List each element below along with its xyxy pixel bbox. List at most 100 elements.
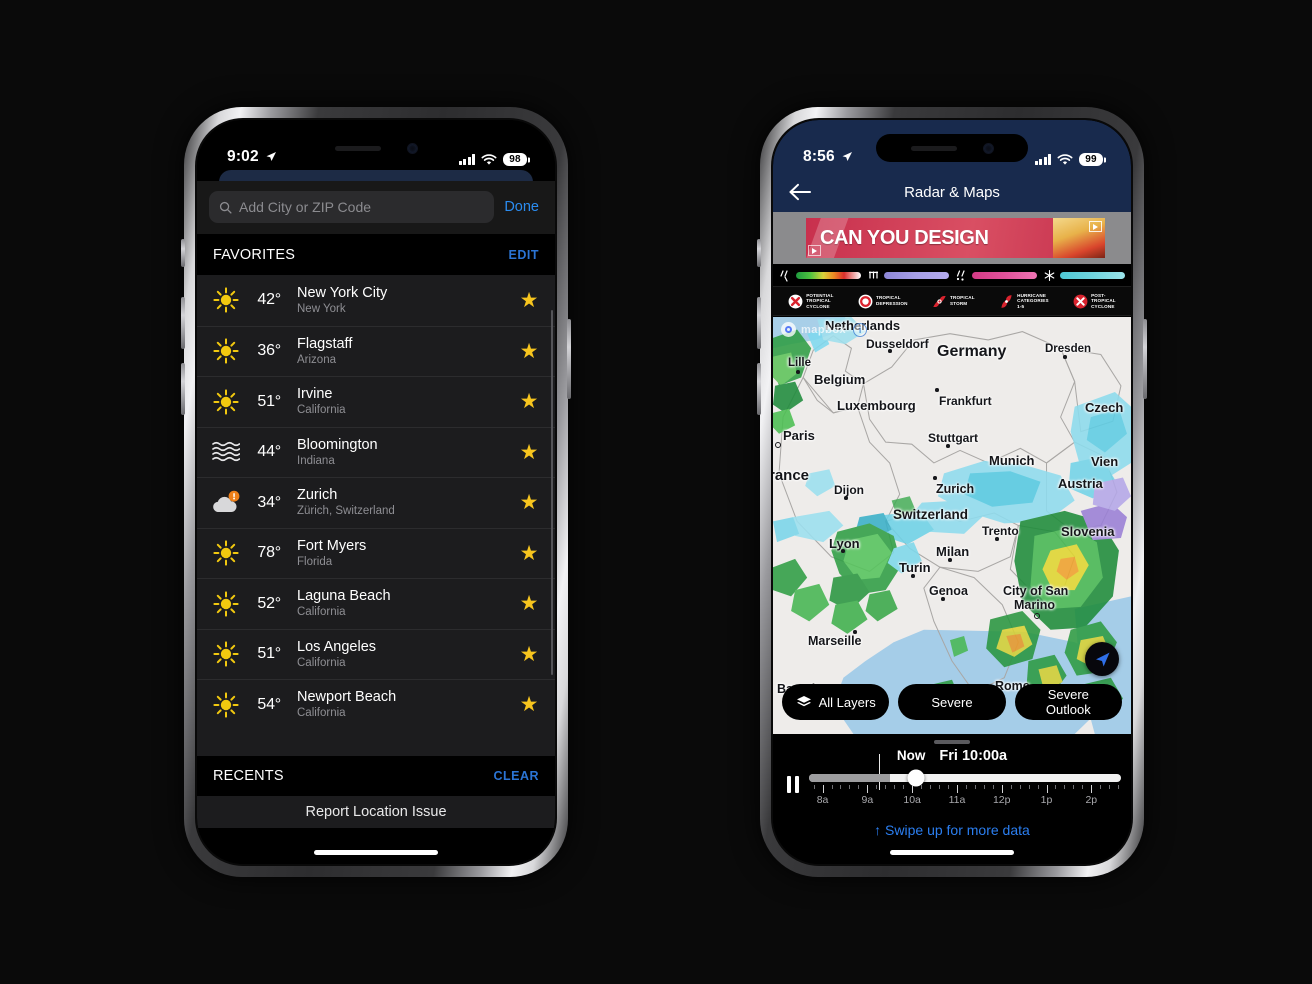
mute-switch[interactable] [181, 239, 185, 267]
home-indicator-left[interactable] [314, 850, 438, 855]
map-info-icon[interactable]: i [853, 322, 868, 337]
sunny-icon [213, 338, 239, 364]
vertical-scrollbar[interactable] [550, 310, 553, 675]
favorite-row[interactable]: 34° Zurich Zürich, Switzerland ★ [197, 477, 555, 528]
map-city-dot [946, 444, 950, 448]
status-time: 9:02 [227, 148, 259, 165]
swipe-up-hint[interactable]: ↑ Swipe up for more data [773, 822, 1131, 838]
timeline-minor-tick [921, 785, 923, 789]
power-button[interactable] [567, 319, 571, 399]
home-indicator-right[interactable] [890, 850, 1014, 855]
edit-button[interactable]: EDIT [509, 248, 539, 262]
timeline-tick-label: 8a [816, 794, 829, 806]
favorite-row[interactable]: 51° Los Angeles California ★ [197, 628, 555, 680]
favorite-city: Los Angeles [297, 638, 377, 655]
favorite-city: Newport Beach [297, 689, 397, 706]
map-city-label: Zurich [936, 482, 975, 496]
timeline-major-tick [912, 785, 914, 793]
dynamic-island [300, 134, 452, 162]
favorite-temperature: 51° [257, 392, 281, 410]
search-placeholder: Add City or ZIP Code [239, 199, 372, 215]
hurricane-icon [999, 294, 1014, 309]
volume-up-button-right[interactable] [757, 297, 761, 349]
map-city-dot [995, 537, 999, 541]
volume-up-button[interactable] [181, 297, 185, 349]
fog-icon [209, 435, 243, 469]
ad-choices-badge-left[interactable] [808, 245, 821, 256]
favorite-star-icon[interactable]: ★ [517, 543, 541, 564]
favorite-row[interactable]: 42° New York City New York ★ [197, 275, 555, 326]
status-bar-right-group: 98 [458, 153, 527, 166]
wifi-icon [1057, 153, 1073, 165]
phone-right-body: 8:56 99 Radar & Maps CAN YOU DESIGN POTE… [771, 118, 1133, 866]
favorite-star-icon[interactable]: ★ [517, 593, 541, 614]
timeline-knob[interactable] [907, 769, 925, 787]
storm-legend-line: DEPRESSION [876, 301, 908, 306]
favorite-star-icon[interactable]: ★ [517, 290, 541, 311]
favorite-star-icon[interactable]: ★ [517, 694, 541, 715]
favorite-location: Fort Myers Florida [289, 538, 517, 569]
power-button-right[interactable] [1143, 319, 1147, 399]
map-city-label: Milan [936, 544, 970, 559]
back-arrow-icon[interactable] [789, 183, 811, 201]
mute-switch-right[interactable] [757, 239, 761, 267]
snow-scale-bar [1060, 271, 1125, 279]
favorite-star-icon[interactable]: ★ [517, 341, 541, 362]
map-city-dot [1063, 355, 1067, 359]
favorite-row[interactable]: 36° Flagstaff Arizona ★ [197, 325, 555, 377]
volume-down-button-right[interactable] [757, 363, 761, 415]
locate-me-button[interactable] [1085, 642, 1119, 676]
favorite-city: Irvine [297, 386, 333, 403]
favorite-row[interactable]: 54° Newport Beach California ★ [197, 679, 555, 730]
ad-band: CAN YOU DESIGN [773, 212, 1131, 264]
search-input[interactable]: Add City or ZIP Code [209, 191, 495, 223]
favorite-location: Laguna Beach California [289, 588, 517, 619]
status-time-right: 8:56 [803, 148, 835, 165]
favorite-star-icon[interactable]: ★ [517, 492, 541, 513]
timeline-track[interactable] [808, 769, 1121, 787]
post-tropical-cyclone-icon [1073, 294, 1088, 309]
advertisement-banner[interactable]: CAN YOU DESIGN [806, 218, 1105, 258]
favorite-star-icon[interactable]: ★ [517, 442, 541, 463]
map-city-dot [888, 349, 892, 353]
favorite-star-icon[interactable]: ★ [517, 644, 541, 665]
timeline-minor-tick [840, 785, 842, 789]
timeline-tick-label: 2p [1085, 794, 1098, 806]
map-city-label: Lille [788, 357, 812, 369]
favorite-row[interactable]: 78° Fort Myers Florida ★ [197, 527, 555, 579]
ad-choices-badge-right[interactable] [1089, 221, 1102, 232]
map-button-severe[interactable]: Severe [898, 684, 1006, 720]
map-button-all-layers[interactable]: All Layers [782, 684, 890, 720]
radar-map[interactable]: mapbox i NetherlandsDusseldorfGermanyDre… [773, 317, 1131, 734]
sheet-grabber[interactable] [934, 740, 970, 744]
map-city-dot [853, 630, 857, 634]
precipitation-legend-scales [773, 264, 1131, 286]
favorite-location: Newport Beach California [289, 689, 517, 720]
favorite-city: Laguna Beach [297, 588, 391, 605]
battery-indicator-right: 99 [1079, 153, 1103, 166]
favorite-star-icon[interactable]: ★ [517, 391, 541, 412]
sunny-icon [213, 540, 239, 566]
map-city-dot [841, 549, 845, 553]
storm-legend-label: POTENTIAL TROPICAL CYCLONE [806, 293, 833, 310]
favorites-scroll-area[interactable]: FAVORITES EDIT 42° New York City New Yor… [197, 235, 555, 864]
pause-icon[interactable] [787, 776, 799, 793]
timeline-minor-tick [876, 785, 878, 789]
favorite-row[interactable]: 51° Irvine California ★ [197, 376, 555, 427]
favorite-row[interactable]: 52° Laguna Beach California ★ [197, 578, 555, 629]
timeline-slider[interactable]: 8a 9a 10a 11a 12p 1p 2p [808, 754, 1121, 808]
mapbox-attribution[interactable]: mapbox i [781, 322, 868, 337]
favorite-row[interactable]: 44° Bloomington Indiana ★ [197, 426, 555, 478]
map-city-label: Dijon [834, 483, 864, 497]
storm-legend-line: CYCLONE [1091, 303, 1115, 309]
status-bar-left-group: 9:02 [227, 148, 277, 166]
cloudy-alert-icon [213, 490, 240, 512]
sunny-icon [209, 688, 243, 722]
clear-button[interactable]: CLEAR [493, 769, 539, 783]
done-button[interactable]: Done [504, 199, 543, 215]
map-button-severe-outlook[interactable]: Severe Outlook [1014, 684, 1122, 720]
map-city-label: Genoa [929, 584, 968, 598]
status-bar-right-group-right: 99 [1034, 153, 1103, 166]
volume-down-button[interactable] [181, 363, 185, 415]
report-location-issue-button[interactable]: Report Location Issue [197, 795, 555, 828]
